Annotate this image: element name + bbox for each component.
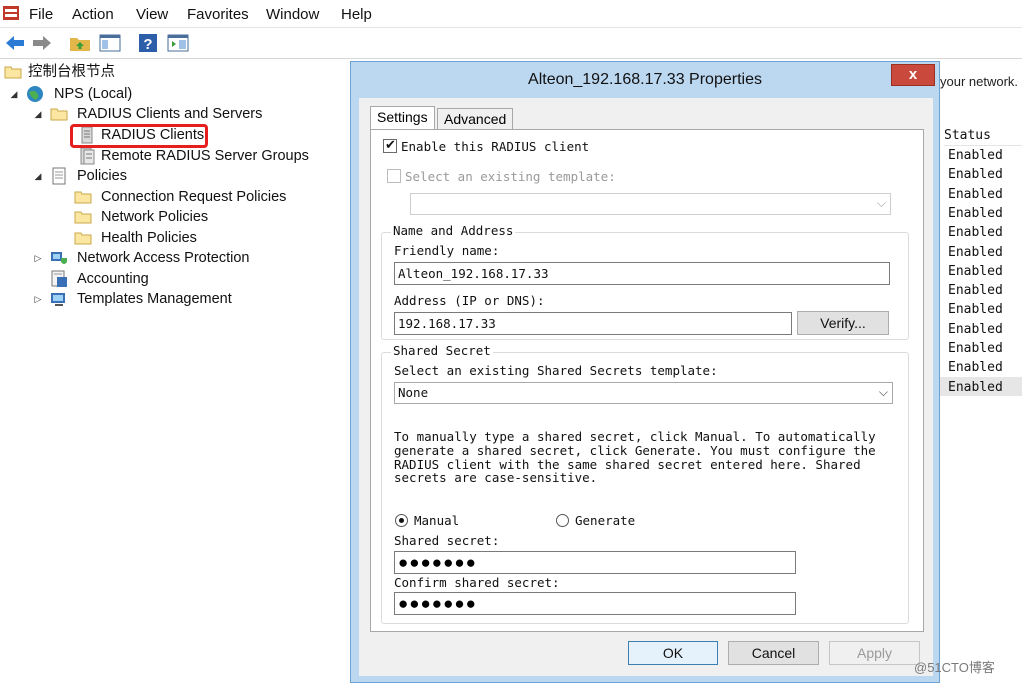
status-column-header[interactable]: Status: [944, 128, 1022, 146]
nps-globe-icon: [27, 86, 43, 102]
confirm-secret-input[interactable]: ●●●●●●●: [394, 592, 796, 615]
status-cell[interactable]: Enabled: [948, 281, 1003, 300]
forward-arrow-icon[interactable]: [30, 31, 54, 55]
status-cell[interactable]: Enabled: [948, 378, 1003, 397]
menu-window[interactable]: Window: [266, 6, 319, 23]
tab-advanced[interactable]: Advanced: [437, 108, 514, 129]
cancel-button[interactable]: Cancel: [728, 641, 819, 665]
menu-bar: File Action View Favorites Window Help: [0, 0, 1022, 28]
manual-label: Manual: [414, 513, 460, 528]
toolbar: ?: [0, 28, 1022, 59]
expand-arrow-icon[interactable]: ▷: [32, 293, 44, 305]
svg-text:?: ?: [143, 36, 152, 53]
help-icon[interactable]: ?: [136, 31, 160, 55]
existing-template-label: Select an existing template:: [405, 169, 616, 184]
shared-secret-help-text: To manually type a shared secret, click …: [394, 430, 876, 485]
folder-icon: [74, 191, 92, 204]
back-arrow-icon[interactable]: [3, 31, 27, 55]
menu-help[interactable]: Help: [341, 6, 372, 23]
status-cell[interactable]: Enabled: [948, 185, 1003, 204]
dialog-title: Alteon_192.168.17.33 Properties: [528, 71, 762, 88]
templates-icon: [51, 293, 65, 306]
help-text-line: generate a shared secret, click Generate…: [394, 442, 876, 458]
close-icon[interactable]: x: [891, 64, 935, 86]
status-cell[interactable]: Enabled: [948, 146, 1003, 165]
status-cell[interactable]: Enabled: [948, 223, 1003, 242]
status-cell[interactable]: Enabled: [948, 262, 1003, 281]
apply-button[interactable]: Apply: [829, 641, 920, 665]
status-cell[interactable]: Enabled: [948, 339, 1003, 358]
chevron-down-icon: ⌵: [876, 196, 886, 210]
policies-document-icon: [52, 167, 66, 185]
accounting-icon: [51, 270, 67, 287]
collapse-arrow-icon[interactable]: ◢: [32, 170, 44, 182]
radius-clients-highlight: [70, 124, 208, 148]
menu-file[interactable]: File: [29, 6, 53, 23]
friendly-name-label: Friendly name:: [394, 243, 500, 258]
results-description: your network.: [940, 74, 1019, 89]
menu-action[interactable]: Action: [72, 6, 114, 23]
address-input[interactable]: 192.168.17.33: [394, 312, 792, 335]
confirm-secret-label: Confirm shared secret:: [394, 575, 560, 590]
collapse-arrow-icon[interactable]: ◢: [8, 88, 20, 100]
folder-icon: [50, 108, 68, 121]
watermark: @51CTO博客: [914, 660, 995, 675]
shared-secret-title: Shared Secret: [391, 343, 493, 358]
secret-template-select[interactable]: None ⌵: [394, 382, 893, 404]
expand-arrow-icon[interactable]: ▷: [32, 252, 44, 264]
enable-client-checkbox[interactable]: [383, 137, 397, 153]
status-cell[interactable]: Enabled: [948, 300, 1003, 319]
shared-secret-input[interactable]: ●●●●●●●: [394, 551, 796, 574]
friendly-name-input[interactable]: Alteon_192.168.17.33: [394, 262, 890, 285]
ok-button[interactable]: OK: [628, 641, 718, 665]
secret-template-label: Select an existing Shared Secrets templa…: [394, 363, 718, 378]
show-action-pane-icon[interactable]: [166, 31, 190, 55]
folder-icon: [4, 66, 22, 79]
status-cell[interactable]: Enabled: [948, 320, 1003, 339]
status-cell[interactable]: Enabled: [948, 204, 1003, 223]
help-text-line: To manually type a shared secret, click …: [394, 429, 876, 444]
show-hide-console-tree-icon[interactable]: [98, 31, 122, 55]
template-select[interactable]: ⌵: [410, 193, 891, 215]
folder-icon: [74, 211, 92, 224]
status-cell[interactable]: Enabled: [948, 243, 1003, 262]
console-tree: 控制台根节点 ◢ NPS (Local) ◢ RADIUS Clients an…: [0, 60, 350, 683]
manual-radio[interactable]: [395, 514, 408, 527]
menu-favorites[interactable]: Favorites: [187, 6, 249, 23]
existing-template-checkbox[interactable]: [387, 169, 401, 183]
enable-client-label: Enable this RADIUS client: [401, 139, 590, 154]
shared-secret-label: Shared secret:: [394, 533, 500, 548]
name-address-title: Name and Address: [391, 223, 516, 238]
help-text-line: RADIUS client with the same shared secre…: [394, 456, 861, 472]
address-label: Address (IP or DNS):: [394, 293, 545, 308]
tab-settings[interactable]: Settings: [370, 106, 435, 130]
generate-radio[interactable]: [556, 514, 569, 527]
server-group-icon: [80, 147, 95, 165]
help-text-line: secrets are case-sensitive.: [394, 470, 598, 486]
verify-button[interactable]: Verify...: [797, 311, 889, 335]
folder-icon: [74, 232, 92, 245]
generate-label: Generate: [575, 513, 636, 528]
collapse-arrow-icon[interactable]: ◢: [32, 108, 44, 120]
status-cell[interactable]: Enabled: [948, 165, 1003, 184]
network-access-protection-icon: [51, 252, 67, 264]
chevron-down-icon: ⌵: [878, 385, 888, 399]
status-cell[interactable]: Enabled: [948, 358, 1003, 377]
nps-app-icon: [3, 6, 19, 20]
up-folder-icon[interactable]: [68, 31, 92, 55]
menu-view[interactable]: View: [136, 6, 168, 23]
